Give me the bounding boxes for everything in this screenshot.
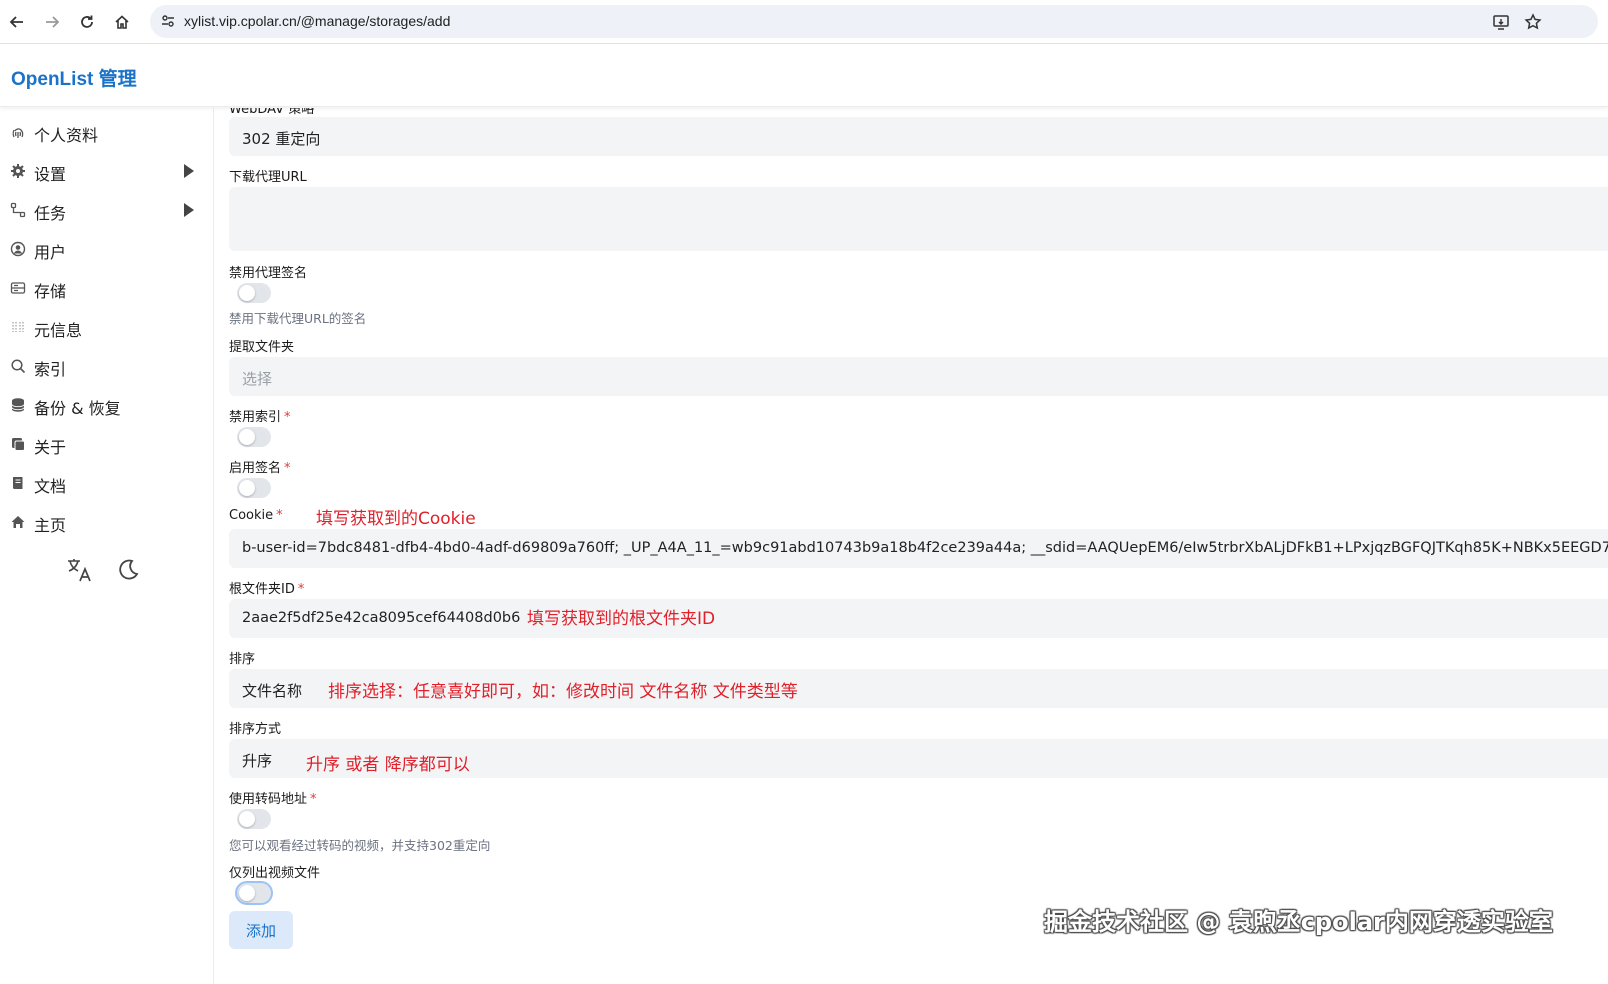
disable-proxy-sign-label: 禁用代理签名 (229, 266, 308, 281)
toggle-knob (239, 429, 255, 445)
sidebar-item-docs[interactable]: 文档 (0, 465, 214, 501)
search-icon (9, 357, 27, 375)
sidebar: 个人资料 设置 任务 用户 存储 元信息 索引 备份 & 恢复 关于 文档 主页 (0, 108, 214, 984)
root-folder-id-input[interactable]: 2aae2f5df25e42ca8095cef64408d0b6 (229, 599, 1608, 638)
install-app-icon[interactable] (1490, 11, 1512, 33)
add-button[interactable]: 添加 (229, 911, 293, 949)
book-icon (9, 474, 27, 492)
sidebar-item-about[interactable]: 关于 (0, 426, 214, 462)
sidebar-item-indexes[interactable]: 索引 (0, 348, 214, 384)
metadata-icon (9, 318, 27, 336)
chevron-right-icon[interactable] (184, 203, 194, 217)
enable-sign-label: 启用签名 * (229, 461, 291, 476)
disable-proxy-sign-toggle[interactable] (237, 283, 271, 303)
url-text[interactable]: xylist.vip.cpolar.cn/@manage/storages/ad… (184, 13, 450, 29)
sidebar-item-label: 存储 (34, 282, 67, 301)
forward-arrow-icon[interactable] (40, 10, 64, 34)
sidebar-item-label: 设置 (34, 165, 67, 184)
fetch-folder-placeholder: 选择 (242, 370, 273, 388)
chevron-right-icon[interactable] (184, 164, 194, 178)
sidebar-item-profile[interactable]: 个人资料 (0, 114, 214, 150)
toggle-knob (239, 885, 255, 901)
cookie-annotation: 填写获取到的Cookie (316, 509, 476, 529)
order-by-value: 文件名称 (242, 682, 303, 700)
enable-sign-toggle[interactable] (237, 478, 271, 498)
download-proxy-url-label: 下载代理URL (229, 170, 307, 185)
only-video-label: 仅列出视频文件 (229, 866, 321, 881)
sidebar-item-label: 关于 (34, 438, 67, 457)
watermark: 掘金技术社区 @ 袁煦丞cpolar内网穿透实验室 (1044, 908, 1553, 936)
cookie-value: b-user-id=7bdc8481-dfb4-4bd0-4adf-d69809… (242, 540, 1608, 556)
order-direction-value: 升序 (242, 752, 273, 770)
sidebar-item-users[interactable]: 用户 (0, 231, 214, 267)
use-transcode-toggle[interactable] (237, 809, 271, 829)
sidebar-item-label: 主页 (34, 516, 67, 535)
sidebar-item-tasks[interactable]: 任务 (0, 192, 214, 228)
sidebar-item-label: 用户 (34, 243, 67, 262)
home-icon[interactable] (110, 10, 134, 34)
database-icon (9, 396, 27, 414)
sidebar-tools (66, 556, 142, 584)
site-settings-icon[interactable] (158, 11, 178, 31)
sidebar-item-backup-restore[interactable]: 备份 & 恢复 (0, 387, 214, 423)
sidebar-item-settings[interactable]: 设置 (0, 153, 214, 189)
fingerprint-icon (9, 123, 27, 141)
use-transcode-help: 您可以观看经过转码的视频，并支持302重定向 (229, 838, 491, 853)
use-transcode-label: 使用转码地址 * (229, 792, 317, 807)
root-folder-id-value: 2aae2f5df25e42ca8095cef64408d0b6 (242, 610, 521, 626)
disable-proxy-sign-help: 禁用下载代理URL的签名 (229, 311, 367, 326)
sidebar-item-label: 任务 (34, 204, 67, 223)
sidebar-item-label: 个人资料 (34, 126, 99, 145)
root-folder-annotation: 填写获取到的根文件夹ID (527, 609, 716, 629)
about-icon (9, 435, 27, 453)
storage-add-form: WebDAV 策略 302 重定向 下载代理URL 禁用代理签名 禁用下载代理U… (215, 108, 1608, 984)
gear-icon (9, 162, 27, 180)
webdav-policy-select[interactable]: 302 重定向 (229, 117, 1608, 156)
browser-toolbar: xylist.vip.cpolar.cn/@manage/storages/ad… (0, 0, 1608, 44)
order-direction-label: 排序方式 (229, 722, 282, 737)
fetch-folder-select[interactable]: 选择 (229, 357, 1608, 396)
sidebar-item-home[interactable]: 主页 (0, 504, 214, 540)
download-proxy-url-input[interactable] (229, 187, 1608, 251)
back-arrow-icon[interactable] (5, 10, 29, 34)
translate-icon[interactable] (66, 556, 94, 584)
address-bar[interactable]: xylist.vip.cpolar.cn/@manage/storages/ad… (150, 5, 1598, 38)
order-direction-annotation: 升序 或者 降序都可以 (306, 755, 470, 775)
root-folder-id-label: 根文件夹ID * (229, 582, 305, 597)
fetch-folder-label: 提取文件夹 (229, 340, 295, 355)
app-header: OpenList 管理 (0, 45, 1608, 107)
disable-index-toggle[interactable] (237, 427, 271, 447)
sidebar-item-label: 文档 (34, 477, 67, 496)
toggle-knob (239, 285, 255, 301)
sidebar-item-label: 备份 & 恢复 (34, 399, 121, 418)
cookie-input[interactable]: b-user-id=7bdc8481-dfb4-4bd0-4adf-d69809… (229, 529, 1608, 568)
cookie-label: Cookie * (229, 508, 283, 523)
sidebar-item-label: 元信息 (34, 321, 83, 340)
toggle-knob (239, 811, 255, 827)
sidebar-item-label: 索引 (34, 360, 67, 379)
webdav-policy-label: WebDAV 策略 (229, 108, 315, 117)
user-circle-icon (9, 240, 27, 258)
sidebar-item-metas[interactable]: 元信息 (0, 309, 214, 345)
storage-icon (9, 279, 27, 297)
order-by-annotation: 排序选择：任意喜好即可，如：修改时间 文件名称 文件类型等 (328, 682, 798, 702)
sidebar-item-storages[interactable]: 存储 (0, 270, 214, 306)
disable-index-label: 禁用索引 * (229, 410, 291, 425)
only-video-toggle[interactable] (237, 883, 271, 903)
dark-mode-moon-icon[interactable] (114, 556, 142, 584)
home-icon (9, 513, 27, 531)
toggle-knob (239, 480, 255, 496)
order-by-label: 排序 (229, 652, 256, 667)
webdav-policy-value: 302 重定向 (242, 130, 321, 148)
task-flow-icon (9, 201, 27, 219)
reload-icon[interactable] (75, 10, 99, 34)
app-title[interactable]: OpenList 管理 (11, 64, 137, 91)
bookmark-star-icon[interactable] (1522, 11, 1544, 33)
